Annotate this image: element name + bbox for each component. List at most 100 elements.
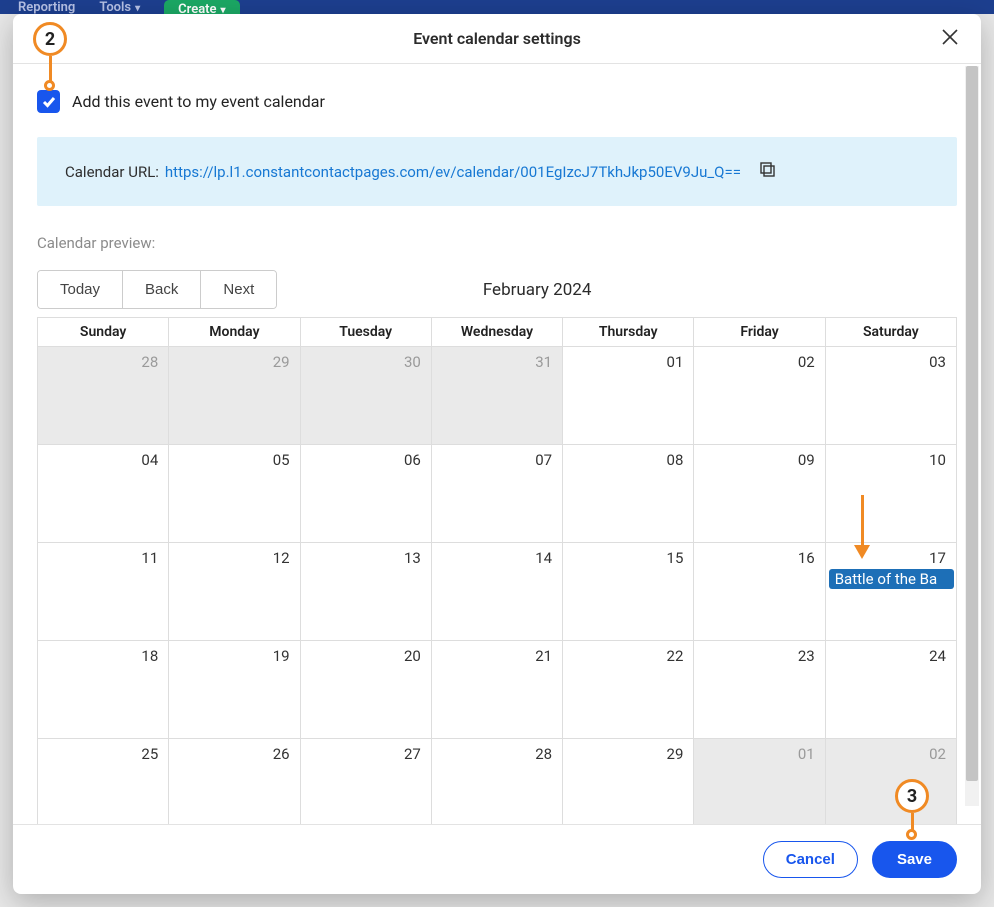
modal-body: Add this event to my event calendar Cale…: [13, 64, 981, 824]
calendar-cell[interactable]: 23: [694, 641, 825, 739]
callout-2-dot: [44, 80, 55, 91]
calendar-day-number: 19: [273, 647, 290, 665]
calendar-day-number: 08: [667, 451, 684, 469]
save-button[interactable]: Save: [872, 841, 957, 878]
modal-footer: Cancel Save: [13, 824, 981, 894]
calendar-day-header: Saturday: [825, 318, 956, 347]
cancel-button[interactable]: Cancel: [763, 841, 858, 878]
calendar-cell[interactable]: 01: [694, 739, 825, 825]
calendar-cell[interactable]: 21: [431, 641, 562, 739]
calendar-day-number: 23: [798, 647, 815, 665]
calendar-cell[interactable]: 28: [431, 739, 562, 825]
calendar-cell[interactable]: 30: [300, 347, 431, 445]
calendar-cell[interactable]: 31: [431, 347, 562, 445]
calendar-day-number: 04: [141, 451, 158, 469]
calendar-day-number: 28: [141, 353, 158, 371]
calendar-day-number: 01: [667, 353, 684, 371]
calendar-day-header: Wednesday: [431, 318, 562, 347]
add-to-calendar-checkbox[interactable]: [37, 90, 60, 113]
modal-title: Event calendar settings: [413, 29, 581, 48]
calendar-day-number: 07: [535, 451, 552, 469]
close-button[interactable]: [941, 28, 963, 50]
calendar-cell[interactable]: 18: [38, 641, 169, 739]
calendar-cell[interactable]: 13: [300, 543, 431, 641]
calendar-day-number: 14: [535, 549, 552, 567]
calendar-cell[interactable]: 02: [694, 347, 825, 445]
calendar-day-number: 31: [535, 353, 552, 371]
calendar-cell[interactable]: 22: [563, 641, 694, 739]
nav-reporting[interactable]: Reporting: [18, 0, 75, 15]
calendar-day-number: 28: [535, 745, 552, 763]
calendar-day-number: 16: [798, 549, 815, 567]
calendar-cell[interactable]: 26: [169, 739, 300, 825]
callout-3-dot: [906, 829, 917, 840]
copy-url-button[interactable]: [759, 161, 776, 182]
calendar-cell[interactable]: 14: [431, 543, 562, 641]
calendar-day-number: 30: [404, 353, 421, 371]
calendar-event[interactable]: Battle of the Ba: [829, 569, 954, 589]
calendar-cell[interactable]: 29: [563, 739, 694, 825]
calendar-day-header: Sunday: [38, 318, 169, 347]
event-calendar-settings-modal: Event calendar settings Add this event t…: [13, 14, 981, 894]
calendar-cell[interactable]: 04: [38, 445, 169, 543]
calendar-cell[interactable]: 17 Battle of the Ba: [825, 543, 956, 641]
calendar-cell[interactable]: 25: [38, 739, 169, 825]
modal-scrollbar[interactable]: [965, 66, 979, 806]
callout-2-stem: [49, 56, 52, 82]
copy-icon: [759, 161, 776, 178]
next-button[interactable]: Next: [200, 271, 276, 308]
calendar-day-number: 06: [404, 451, 421, 469]
calendar-cell[interactable]: 19: [169, 641, 300, 739]
calendar-day-number: 29: [273, 353, 290, 371]
calendar-day-header: Thursday: [563, 318, 694, 347]
calendar-cell[interactable]: 24: [825, 641, 956, 739]
calendar-cell[interactable]: 27: [300, 739, 431, 825]
calendar-day-number: 27: [404, 745, 421, 763]
calendar-day-number: 20: [404, 647, 421, 665]
calendar-cell[interactable]: 11: [38, 543, 169, 641]
calendar-cell[interactable]: 12: [169, 543, 300, 641]
close-icon: [941, 28, 959, 46]
add-to-calendar-row: Add this event to my event calendar: [37, 90, 957, 113]
calendar-cell[interactable]: 01: [563, 347, 694, 445]
calendar-day-number: 29: [667, 745, 684, 763]
calendar-cell[interactable]: 16: [694, 543, 825, 641]
calendar-cell[interactable]: 20: [300, 641, 431, 739]
calendar-cell[interactable]: 06: [300, 445, 431, 543]
calendar-day-number: 02: [929, 745, 946, 763]
calendar-day-number: 05: [273, 451, 290, 469]
calendar-cell[interactable]: 09: [694, 445, 825, 543]
calendar-cell[interactable]: 29: [169, 347, 300, 445]
calendar-cell[interactable]: 15: [563, 543, 694, 641]
app-topbar: Reporting Tools▾ Create▾: [0, 0, 994, 14]
calendar-cell[interactable]: 03: [825, 347, 956, 445]
scrollbar-thumb[interactable]: [966, 66, 978, 781]
back-button[interactable]: Back: [122, 271, 200, 308]
calendar-day-number: 10: [929, 451, 946, 469]
calendar-day-number: 15: [667, 549, 684, 567]
calendar-day-number: 17: [929, 549, 946, 567]
calendar-day-number: 09: [798, 451, 815, 469]
annotation-arrow: [854, 495, 870, 559]
calendar-day-header: Friday: [694, 318, 825, 347]
calendar-day-number: 01: [798, 745, 815, 763]
calendar-cell[interactable]: 02: [825, 739, 956, 825]
calendar-cell[interactable]: 08: [563, 445, 694, 543]
calendar-cell[interactable]: 28: [38, 347, 169, 445]
calendar-cell[interactable]: 10: [825, 445, 956, 543]
calendar-nav-group: Today Back Next: [37, 270, 277, 309]
calendar-day-number: 02: [798, 353, 815, 371]
today-button[interactable]: Today: [38, 271, 122, 308]
modal-header: Event calendar settings: [13, 14, 981, 64]
check-icon: [42, 96, 56, 108]
nav-tools[interactable]: Tools▾: [99, 0, 140, 15]
callout-2: 2: [33, 22, 67, 56]
calendar-cell[interactable]: 07: [431, 445, 562, 543]
calendar-url-label: Calendar URL:: [65, 163, 159, 181]
calendar-preview-label: Calendar preview:: [37, 234, 957, 252]
calendar-url-link[interactable]: https://lp.l1.constantcontactpages.com/e…: [165, 163, 741, 181]
calendar-cell[interactable]: 05: [169, 445, 300, 543]
calendar-day-number: 24: [929, 647, 946, 665]
calendar-day-number: 22: [667, 647, 684, 665]
calendar-day-number: 11: [141, 549, 158, 567]
